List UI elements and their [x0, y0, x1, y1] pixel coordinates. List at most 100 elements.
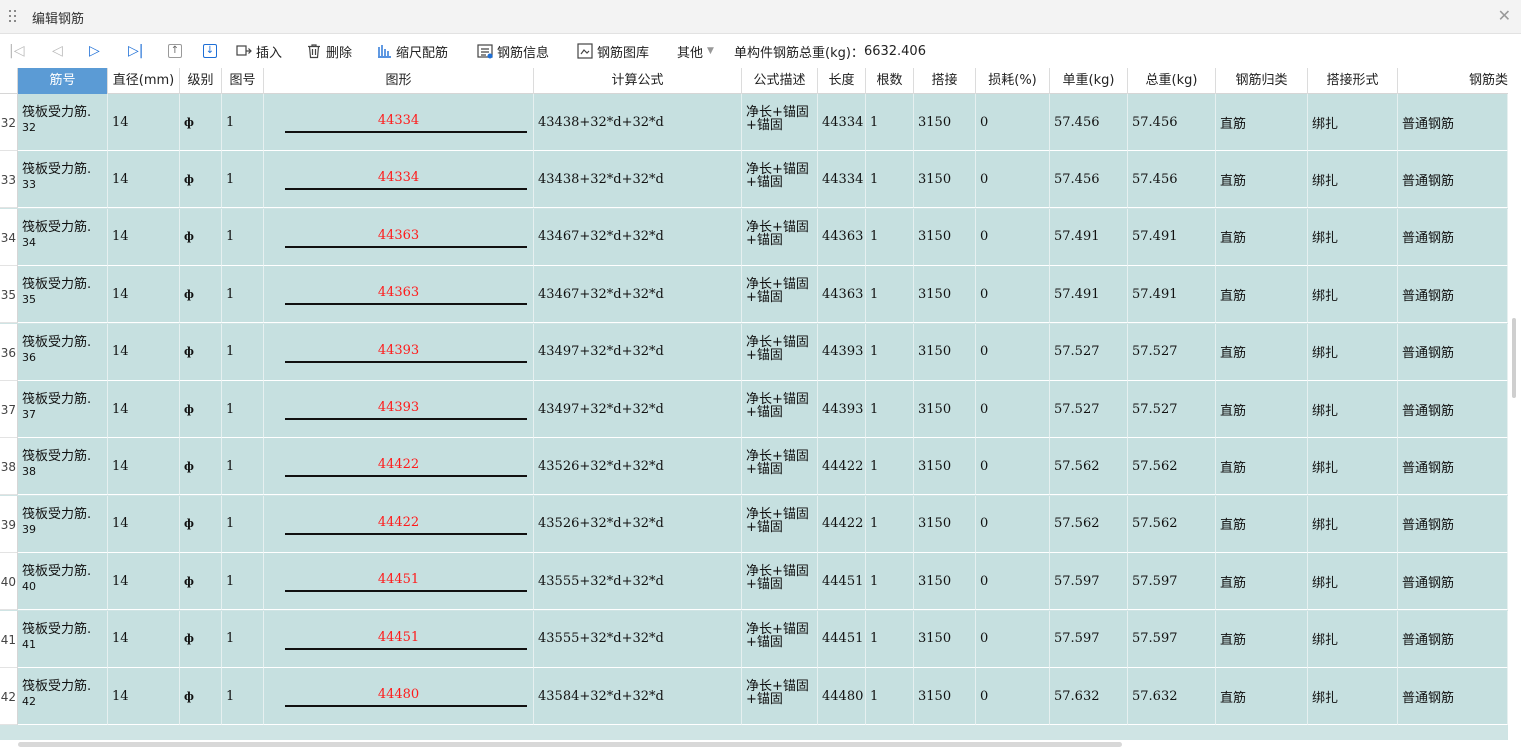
formula-desc-cell[interactable]: 净长+锚固 +锚固: [742, 495, 818, 553]
category-cell[interactable]: 直筋: [1216, 438, 1308, 496]
loss-cell[interactable]: 0: [976, 94, 1050, 151]
close-icon[interactable]: ✕: [1498, 6, 1511, 25]
vertical-scrollbar[interactable]: [1508, 68, 1521, 740]
grade-cell[interactable]: ф: [180, 381, 222, 438]
name-cell[interactable]: 筏板受力筋. 41: [18, 610, 108, 668]
table-row[interactable]: 35 筏板受力筋. 35 14 ф 1 44363 43467+32*d+32*…: [0, 266, 1508, 324]
table-row[interactable]: 36 筏板受力筋. 36 14 ф 1 44393 43497+32*d+32*…: [0, 323, 1508, 382]
category-cell[interactable]: 直筋: [1216, 208, 1308, 266]
grade-cell[interactable]: ф: [180, 323, 222, 381]
grade-cell[interactable]: ф: [180, 610, 222, 668]
name-cell[interactable]: 筏板受力筋. 42: [18, 668, 108, 725]
delete-button[interactable]: 删除: [306, 41, 352, 61]
category-cell[interactable]: 直筋: [1216, 553, 1308, 611]
total-weight-cell[interactable]: 57.562: [1128, 438, 1216, 496]
horizontal-scroll-thumb[interactable]: [18, 742, 1122, 747]
formula-cell[interactable]: 43497+32*d+32*d: [534, 381, 742, 438]
last-record-icon[interactable]: ▷|: [128, 41, 143, 61]
loss-cell[interactable]: 0: [976, 610, 1050, 668]
loss-cell[interactable]: 0: [976, 438, 1050, 496]
category-cell[interactable]: 直筋: [1216, 495, 1308, 553]
col-header-formula[interactable]: 计算公式: [534, 68, 742, 94]
name-cell[interactable]: 筏板受力筋. 32: [18, 94, 108, 151]
table-row[interactable]: 42 筏板受力筋. 42 14 ф 1 44480 43584+32*d+32*…: [0, 668, 1508, 726]
col-header-grade[interactable]: 级别: [180, 68, 222, 94]
diameter-cell[interactable]: 14: [108, 438, 180, 496]
shape-cell[interactable]: 44480: [264, 668, 534, 725]
diameter-cell[interactable]: 14: [108, 610, 180, 668]
grade-cell[interactable]: ф: [180, 438, 222, 496]
name-cell[interactable]: 筏板受力筋. 38: [18, 438, 108, 496]
name-cell[interactable]: 筏板受力筋. 33: [18, 151, 108, 209]
formula-cell[interactable]: 43555+32*d+32*d: [534, 553, 742, 611]
col-header-total-weight[interactable]: 总重(kg): [1128, 68, 1216, 94]
table-row[interactable]: 40 筏板受力筋. 40 14 ф 1 44451 43555+32*d+32*…: [0, 553, 1508, 611]
move-up-button[interactable]: ↑: [168, 41, 182, 61]
table-row[interactable]: 32 筏板受力筋. 32 14 ф 1 44334 43438+32*d+32*…: [0, 94, 1508, 152]
figure-no-cell[interactable]: 1: [222, 553, 264, 611]
category-cell[interactable]: 直筋: [1216, 94, 1308, 151]
diameter-cell[interactable]: 14: [108, 151, 180, 209]
grade-cell[interactable]: ф: [180, 208, 222, 266]
rebar-type-cell[interactable]: 普通钢筋: [1398, 381, 1508, 438]
table-row[interactable]: 34 筏板受力筋. 34 14 ф 1 44363 43467+32*d+32*…: [0, 208, 1508, 267]
formula-cell[interactable]: 43555+32*d+32*d: [534, 610, 742, 668]
row-number[interactable]: 39: [0, 495, 18, 553]
shape-cell[interactable]: 44363: [264, 266, 534, 324]
next-record-icon[interactable]: ▷: [89, 41, 100, 61]
loss-cell[interactable]: 0: [976, 151, 1050, 209]
length-cell[interactable]: 44393: [818, 381, 866, 438]
lap-cell[interactable]: 3150: [914, 208, 976, 266]
figure-no-cell[interactable]: 1: [222, 151, 264, 209]
figure-no-cell[interactable]: 1: [222, 438, 264, 496]
category-cell[interactable]: 直筋: [1216, 323, 1308, 381]
length-cell[interactable]: 44422: [818, 438, 866, 496]
rebar-type-cell[interactable]: 普通钢筋: [1398, 151, 1508, 209]
horizontal-scrollbar[interactable]: [0, 740, 1521, 749]
loss-cell[interactable]: 0: [976, 553, 1050, 611]
row-number[interactable]: 42: [0, 668, 18, 725]
total-weight-cell[interactable]: 57.597: [1128, 553, 1216, 611]
rebar-library-button[interactable]: 钢筋图库: [577, 41, 649, 61]
count-cell[interactable]: 1: [866, 495, 914, 553]
grade-cell[interactable]: ф: [180, 495, 222, 553]
shape-cell[interactable]: 44393: [264, 381, 534, 438]
length-cell[interactable]: 44451: [818, 610, 866, 668]
col-header-unit-weight[interactable]: 单重(kg): [1050, 68, 1128, 94]
count-cell[interactable]: 1: [866, 668, 914, 725]
formula-cell[interactable]: 43497+32*d+32*d: [534, 323, 742, 381]
col-header-category[interactable]: 钢筋归类: [1216, 68, 1308, 94]
formula-desc-cell[interactable]: 净长+锚固 +锚固: [742, 438, 818, 496]
count-cell[interactable]: 1: [866, 266, 914, 324]
lap-cell[interactable]: 3150: [914, 438, 976, 496]
category-cell[interactable]: 直筋: [1216, 668, 1308, 725]
other-dropdown[interactable]: 其他 ▼: [677, 41, 714, 61]
move-down-button[interactable]: ↓: [203, 41, 217, 61]
unit-weight-cell[interactable]: 57.491: [1050, 266, 1128, 324]
total-weight-cell[interactable]: 57.456: [1128, 151, 1216, 209]
col-header-diameter[interactable]: 直径(mm): [108, 68, 180, 94]
col-header-length[interactable]: 长度: [818, 68, 866, 94]
col-header-figure-no[interactable]: 图号: [222, 68, 264, 94]
lap-cell[interactable]: 3150: [914, 495, 976, 553]
total-weight-cell[interactable]: 57.491: [1128, 208, 1216, 266]
row-number[interactable]: 37: [0, 381, 18, 438]
rebar-type-cell[interactable]: 普通钢筋: [1398, 208, 1508, 266]
figure-no-cell[interactable]: 1: [222, 668, 264, 725]
formula-cell[interactable]: 43438+32*d+32*d: [534, 151, 742, 209]
length-cell[interactable]: 44393: [818, 323, 866, 381]
row-number[interactable]: 33: [0, 151, 18, 209]
figure-no-cell[interactable]: 1: [222, 94, 264, 151]
rebar-type-cell[interactable]: 普通钢筋: [1398, 610, 1508, 668]
lap-cell[interactable]: 3150: [914, 94, 976, 151]
rebar-type-cell[interactable]: 普通钢筋: [1398, 438, 1508, 496]
count-cell[interactable]: 1: [866, 438, 914, 496]
loss-cell[interactable]: 0: [976, 668, 1050, 725]
unit-weight-cell[interactable]: 57.527: [1050, 323, 1128, 381]
grade-cell[interactable]: ф: [180, 94, 222, 151]
shape-cell[interactable]: 44451: [264, 553, 534, 611]
lap-type-cell[interactable]: 绑扎: [1308, 381, 1398, 438]
col-header-name[interactable]: 筋号: [18, 68, 108, 94]
col-header-shape[interactable]: 图形: [264, 68, 534, 94]
formula-cell[interactable]: 43584+32*d+32*d: [534, 668, 742, 725]
